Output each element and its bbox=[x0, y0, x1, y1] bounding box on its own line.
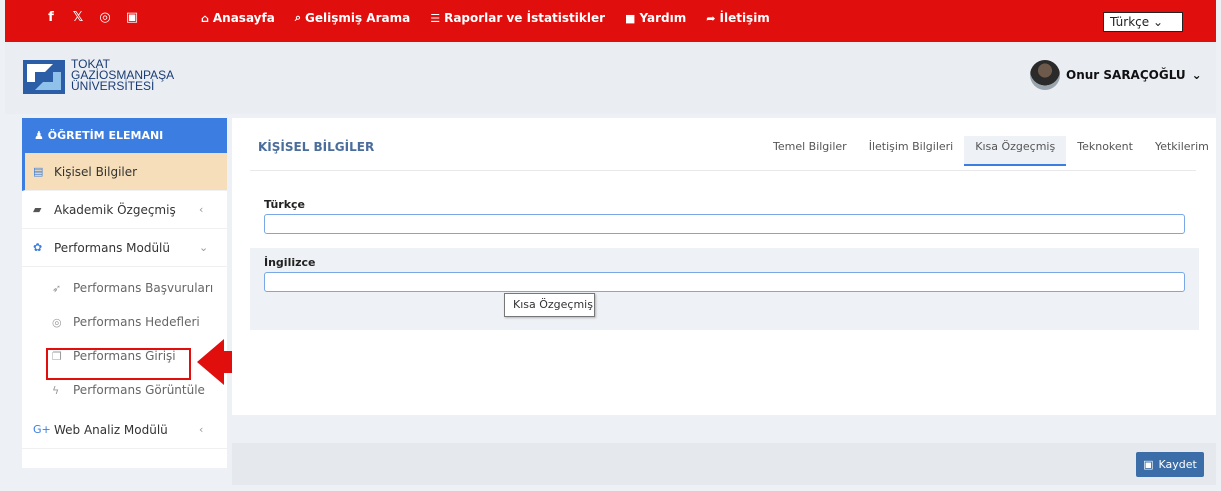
field-label-turkish: Türkçe bbox=[264, 198, 306, 211]
nav-home[interactable]: ⌂ Anasayfa bbox=[201, 11, 275, 25]
university-logo[interactable]: TOKAT GAZİOSMANPAŞA ÜNİVERSİTESİ bbox=[23, 56, 193, 100]
sidebar-heading: ♟ ÖĞRETİM ELEMANI bbox=[22, 118, 227, 153]
annotation-highlight-box bbox=[46, 348, 191, 380]
logo-text: TOKAT GAZİOSMANPAŞA ÜNİVERSİTESİ bbox=[71, 57, 175, 93]
bolt-icon: ϟ bbox=[52, 383, 60, 397]
language-select[interactable]: Türkçe ⌄ bbox=[1103, 12, 1183, 32]
sidebar-item-personal-info[interactable]: ▤ Kişisel Bilgiler bbox=[22, 153, 227, 191]
target-icon: ◎ bbox=[52, 315, 62, 329]
tab-contact-info[interactable]: İletişim Bilgileri bbox=[858, 140, 965, 169]
header: TOKAT GAZİOSMANPAŞA ÜNİVERSİTESİ Onur SA… bbox=[5, 42, 1216, 114]
avatar bbox=[1030, 60, 1060, 90]
tab-short-cv[interactable]: Kısa Özgeçmiş bbox=[964, 136, 1067, 166]
chevron-left-icon: ‹ bbox=[199, 423, 204, 436]
instagram-icon[interactable]: ◎ bbox=[98, 10, 112, 25]
search-icon: ⌕ bbox=[294, 11, 301, 24]
tab-permissions[interactable]: Yetkilerim bbox=[1144, 140, 1220, 169]
home-icon: ⌂ bbox=[201, 11, 209, 25]
english-input[interactable] bbox=[264, 272, 1185, 292]
nav-advanced-search[interactable]: ⌕ Gelişmiş Arama bbox=[295, 11, 410, 25]
save-button[interactable]: ▣ Kaydet bbox=[1136, 452, 1204, 477]
page-title: KİŞİSEL BİLGİLER bbox=[258, 140, 375, 154]
id-card-icon: ▤ bbox=[33, 165, 44, 178]
footer-bar: ▣ Kaydet bbox=[232, 443, 1216, 485]
youtube-icon[interactable]: ▣ bbox=[125, 10, 139, 25]
field-label-english: İngilizce bbox=[264, 256, 316, 269]
paper-plane-icon: ➶ bbox=[52, 281, 62, 295]
main-panel: KİŞİSEL BİLGİLER Temel Bilgiler İletişim… bbox=[232, 118, 1216, 415]
top-nav: ⌂ Anasayfa ⌕ Gelişmiş Arama ☰ Raporlar v… bbox=[201, 11, 770, 25]
chevron-left-icon: ‹ bbox=[199, 203, 204, 216]
sidebar-subitem-performance-targets[interactable]: ◎ Performans Hedefleri bbox=[22, 305, 227, 339]
field-turkish: Türkçe bbox=[250, 190, 1199, 246]
sidebar-item-academic-cv[interactable]: ▰ Akademik Özgeçmiş ‹ bbox=[22, 191, 227, 229]
logo-mark-icon bbox=[23, 60, 65, 94]
google-plus-icon: G+ bbox=[33, 423, 51, 436]
user-icon: ♟ bbox=[34, 129, 44, 142]
sidebar-subitem-performance-applications[interactable]: ➶ Performans Başvuruları bbox=[22, 271, 227, 305]
palette-icon: ✿ bbox=[33, 241, 43, 254]
tab-bar: Temel Bilgiler İletişim Bilgileri Kısa Ö… bbox=[762, 136, 1220, 169]
chevron-down-icon: ⌄ bbox=[1152, 15, 1164, 29]
social-links: f 𝕏 ◎ ▣ bbox=[44, 10, 139, 25]
sidebar-item-web-analytics[interactable]: G+ Web Analiz Modülü ‹ bbox=[22, 411, 227, 449]
field-english: İngilizce bbox=[250, 248, 1199, 330]
tab-basic-info[interactable]: Temel Bilgiler bbox=[762, 140, 858, 169]
share-icon: ➦ bbox=[706, 11, 716, 25]
sidebar: ♟ ÖĞRETİM ELEMANI ▤ Kişisel Bilgiler ▰ A… bbox=[22, 118, 227, 468]
x-icon[interactable]: 𝕏 bbox=[71, 10, 85, 25]
chevron-down-icon: ⌄ bbox=[1191, 68, 1202, 82]
top-bar: f 𝕏 ◎ ▣ ⌂ Anasayfa ⌕ Gelişmiş Arama ☰ Ra… bbox=[5, 0, 1216, 42]
video-icon: ■ bbox=[625, 11, 636, 25]
facebook-icon[interactable]: f bbox=[44, 10, 58, 25]
divider bbox=[250, 170, 1196, 171]
book-icon: ▰ bbox=[33, 203, 42, 216]
turkish-input[interactable] bbox=[264, 214, 1185, 234]
nav-help[interactable]: ■ Yardım bbox=[625, 11, 686, 25]
tab-technopark[interactable]: Teknokent bbox=[1066, 140, 1144, 169]
list-icon: ☰ bbox=[430, 11, 441, 25]
nav-reports[interactable]: ☰ Raporlar ve İstatistikler bbox=[430, 11, 605, 25]
nav-contact[interactable]: ➦ İletişim bbox=[706, 11, 770, 25]
chevron-down-icon: ⌄ bbox=[199, 241, 209, 254]
tooltip: Kısa Özgeçmiş bbox=[504, 293, 595, 317]
user-menu[interactable]: Onur SARAÇOĞLU ⌄ bbox=[1030, 60, 1202, 90]
user-name: Onur SARAÇOĞLU bbox=[1066, 68, 1186, 82]
floppy-disk-icon: ▣ bbox=[1143, 458, 1154, 471]
sidebar-item-performance-module[interactable]: ✿ Performans Modülü ⌄ bbox=[22, 229, 227, 267]
